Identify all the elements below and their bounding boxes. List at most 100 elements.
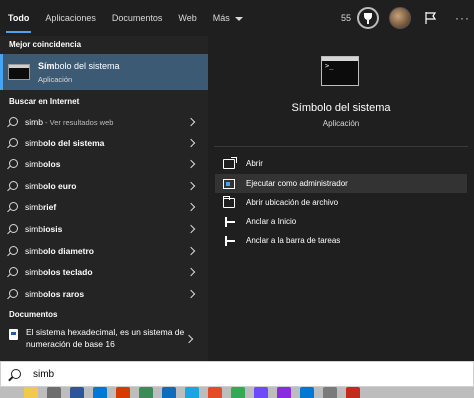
- taskbar-app-icon[interactable]: [70, 387, 84, 398]
- feedback-icon[interactable]: [423, 10, 439, 26]
- documents-header: Documentos: [9, 310, 58, 319]
- preview-divider: [214, 146, 468, 147]
- tab-web[interactable]: Web: [170, 0, 204, 36]
- best-match-header: Mejor coincidencia: [9, 40, 82, 49]
- chevron-right-icon[interactable]: [184, 334, 194, 344]
- taskbar-app-icon[interactable]: [323, 387, 337, 398]
- folder-icon: [223, 195, 235, 208]
- suggestion-text: simbolo diametro: [25, 245, 94, 256]
- chevron-right-icon[interactable]: [186, 181, 196, 190]
- taskbar-app-icon[interactable]: [300, 387, 314, 398]
- tab-todo[interactable]: Todo: [0, 0, 37, 36]
- rewards-trophy-icon[interactable]: [357, 7, 379, 29]
- suggestion-row[interactable]: simbolo diametro: [0, 240, 208, 261]
- search-icon: [9, 246, 18, 255]
- taskbar-app-icon[interactable]: [47, 387, 61, 398]
- search-icon: [9, 289, 18, 298]
- suggestion-text: simbiosis: [25, 223, 63, 234]
- suggestion-row[interactable]: simbolos raros: [0, 283, 208, 304]
- best-match-title: Símbolo del sistema: [38, 60, 120, 71]
- suggestion-row[interactable]: simbolos teclado: [0, 261, 208, 282]
- search-icon: [9, 117, 18, 126]
- taskbar-app-icon[interactable]: [139, 387, 153, 398]
- search-icon: [11, 369, 21, 379]
- suggestion-text: simbolos: [25, 158, 61, 169]
- admin-shield-icon: [223, 178, 235, 189]
- search-box: [0, 361, 474, 387]
- search-icon: [9, 138, 18, 147]
- pin-icon: [223, 216, 235, 227]
- action-abrir[interactable]: Abrir: [215, 154, 467, 173]
- suggestion-text: simb - Ver resultados web: [25, 116, 114, 127]
- search-input[interactable]: [33, 368, 333, 380]
- pin-icon: [223, 235, 235, 246]
- action-open-file-location[interactable]: Abrir ubicación de archivo: [215, 193, 467, 212]
- preview-subtitle: Aplicación: [322, 119, 360, 128]
- chevron-right-icon[interactable]: [186, 159, 196, 168]
- taskbar-app-icon[interactable]: [231, 387, 245, 398]
- taskbar-app-icon[interactable]: [116, 387, 130, 398]
- action-label: Anclar a la barra de tareas: [246, 236, 341, 245]
- chevron-right-icon[interactable]: [186, 289, 196, 298]
- command-prompt-icon: [8, 64, 30, 80]
- word-document-icon: [9, 329, 18, 340]
- suggestion-row[interactable]: simbrief: [0, 196, 208, 217]
- action-label: Abrir ubicación de archivo: [246, 198, 339, 207]
- best-match-subtitle: Aplicación: [38, 74, 73, 84]
- chevron-right-icon[interactable]: [186, 267, 196, 276]
- chevron-right-icon[interactable]: [186, 138, 196, 147]
- suggestion-row[interactable]: simbolos: [0, 153, 208, 174]
- taskbar: [0, 387, 474, 398]
- action-run-as-admin[interactable]: Ejecutar como administrador: [215, 174, 467, 193]
- internet-search-header: Buscar en Internet: [9, 97, 80, 106]
- chevron-down-icon: [234, 16, 243, 21]
- chevron-right-icon[interactable]: [186, 246, 196, 255]
- suggestion-row[interactable]: simbolo euro: [0, 175, 208, 196]
- suggestion-row[interactable]: simbiosis: [0, 218, 208, 239]
- taskbar-app-icon[interactable]: [277, 387, 291, 398]
- search-icon: [9, 159, 18, 168]
- user-avatar[interactable]: [389, 7, 411, 29]
- suggestion-row[interactable]: simbolo del sistema: [0, 132, 208, 153]
- search-icon: [9, 181, 18, 190]
- search-icon: [9, 224, 18, 233]
- suggestion-text: simbolos raros: [25, 288, 85, 299]
- taskbar-app-icon[interactable]: [162, 387, 176, 398]
- action-label: Abrir: [246, 159, 263, 168]
- tab-mas-dropdown[interactable]: Más: [205, 0, 251, 36]
- chevron-right-icon[interactable]: [186, 117, 196, 126]
- tab-aplicaciones[interactable]: Aplicaciones: [37, 0, 104, 36]
- best-match-item[interactable]: Símbolo del sistema Aplicación: [0, 54, 208, 90]
- preview-pane: Símbolo del sistema Aplicación Abrir Eje…: [208, 36, 474, 361]
- tab-mas-label: Más: [212, 13, 230, 23]
- suggestion-text: simbolo del sistema: [25, 137, 105, 148]
- suggestion-text: simbrief: [25, 201, 57, 212]
- taskbar-app-icon[interactable]: [93, 387, 107, 398]
- preview-title: Símbolo del sistema: [291, 102, 391, 114]
- results-list: Mejor coincidencia Símbolo del sistema A…: [0, 36, 208, 361]
- search-icon: [9, 202, 18, 211]
- taskbar-app-icon[interactable]: [254, 387, 268, 398]
- taskbar-app-icon[interactable]: [185, 387, 199, 398]
- search-filter-bar: Todo Aplicaciones Documentos Web Más 55 …: [0, 0, 474, 36]
- rewards-points[interactable]: 55: [341, 13, 351, 23]
- action-label: Anclar a Inicio: [246, 217, 297, 226]
- suggestion-text: simbolos teclado: [25, 266, 93, 277]
- taskbar-app-icon[interactable]: [24, 387, 38, 398]
- suggestion-row[interactable]: simb - Ver resultados web: [0, 111, 208, 132]
- document-result[interactable]: El sistema hexadecimal, es un sistema de…: [0, 326, 208, 358]
- suggestion-text: simbolo euro: [25, 180, 77, 191]
- document-title: El sistema hexadecimal, es un sistema de…: [26, 327, 185, 349]
- more-options-icon[interactable]: ···: [455, 11, 470, 25]
- open-icon: [223, 156, 237, 169]
- chevron-right-icon[interactable]: [186, 224, 196, 233]
- chevron-right-icon[interactable]: [186, 202, 196, 211]
- action-pin-to-start[interactable]: Anclar a Inicio: [215, 212, 467, 231]
- search-icon: [9, 267, 18, 276]
- taskbar-app-icon[interactable]: [208, 387, 222, 398]
- action-pin-to-taskbar[interactable]: Anclar a la barra de tareas: [215, 231, 467, 250]
- action-label: Ejecutar como administrador: [246, 179, 348, 188]
- header-actions: 55 ···: [341, 0, 474, 36]
- taskbar-app-icon[interactable]: [346, 387, 360, 398]
- tab-documentos[interactable]: Documentos: [104, 0, 171, 36]
